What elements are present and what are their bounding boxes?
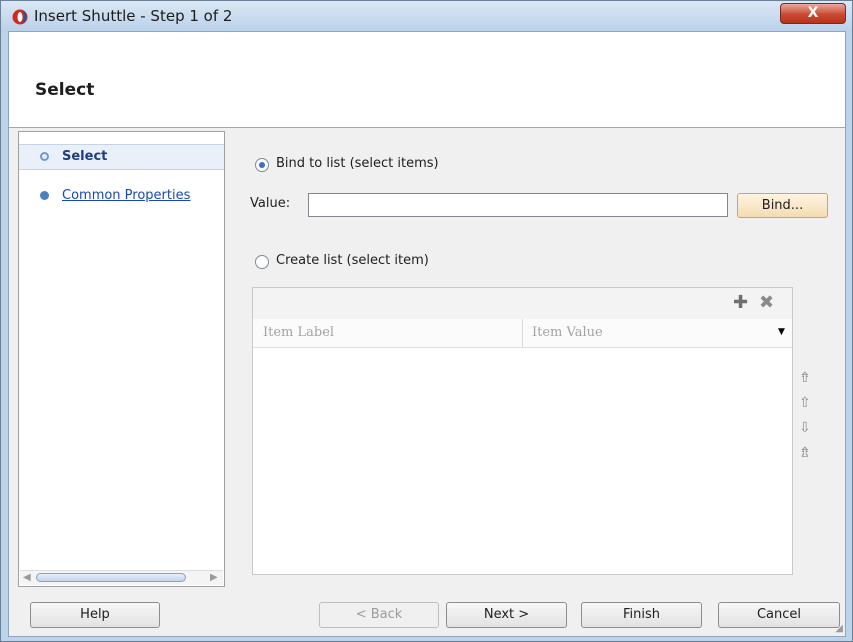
items-table: ✚ ✖ Item Label Item Value ▼ xyxy=(252,287,793,575)
column-header-item-label[interactable]: Item Label xyxy=(263,325,334,340)
window-title: Insert Shuttle - Step 1 of 2 xyxy=(34,7,233,25)
current-step-icon xyxy=(40,152,49,161)
help-button[interactable]: Help xyxy=(30,602,160,628)
dialog-window: Insert Shuttle - Step 1 of 2 X Select Se… xyxy=(0,0,853,642)
bind-to-list-radio[interactable] xyxy=(255,158,269,172)
table-toolbar: ✚ ✖ xyxy=(253,288,792,320)
scroll-thumb[interactable] xyxy=(36,573,186,582)
close-icon: X xyxy=(807,5,819,21)
page-title: Select xyxy=(35,80,95,100)
column-menu-icon[interactable]: ▼ xyxy=(778,327,785,337)
move-up-icon[interactable]: ⇧ xyxy=(799,395,811,411)
bind-button[interactable]: Bind... xyxy=(737,193,828,218)
column-header-item-value[interactable]: Item Value xyxy=(532,325,603,340)
scroll-right-icon[interactable]: ▶ xyxy=(210,571,218,585)
next-button[interactable]: Next > xyxy=(446,602,567,628)
move-to-bottom-icon[interactable]: ⇯ xyxy=(799,445,811,461)
app-logo-icon xyxy=(12,9,28,25)
column-divider[interactable] xyxy=(522,319,523,347)
resize-grip-icon[interactable]: ◢ xyxy=(835,623,843,634)
value-input[interactable] xyxy=(308,193,728,217)
nav-step-common-properties[interactable]: Common Properties xyxy=(19,184,224,210)
table-header: Item Label Item Value ▼ xyxy=(253,319,792,348)
delete-row-icon[interactable]: ✖ xyxy=(759,293,774,313)
move-down-icon[interactable]: ⇩ xyxy=(799,420,811,436)
step-icon xyxy=(40,191,49,200)
bind-to-list-label[interactable]: Bind to list (select items) xyxy=(276,156,439,171)
back-button[interactable]: < Back xyxy=(319,602,439,628)
nav-step-label: Common Properties xyxy=(62,188,191,203)
dialog-body: Select Select Common Properties ◀ ▶ Bind… xyxy=(8,31,846,637)
cancel-button[interactable]: Cancel xyxy=(718,602,840,628)
value-label: Value: xyxy=(250,196,291,211)
nav-step-label: Select xyxy=(62,149,108,164)
title-bar: Insert Shuttle - Step 1 of 2 X xyxy=(1,1,852,31)
nav-horizontal-scrollbar[interactable]: ◀ ▶ xyxy=(20,570,223,585)
finish-button[interactable]: Finish xyxy=(581,602,702,628)
scroll-left-icon[interactable]: ◀ xyxy=(23,571,31,585)
create-list-radio[interactable] xyxy=(255,255,269,269)
add-row-icon[interactable]: ✚ xyxy=(733,293,748,313)
close-button[interactable]: X xyxy=(780,3,846,24)
step-navigator: Select Common Properties ◀ ▶ xyxy=(18,131,225,587)
move-to-top-icon[interactable]: ⇮ xyxy=(799,370,811,386)
nav-step-select[interactable]: Select xyxy=(19,144,224,170)
create-list-label[interactable]: Create list (select item) xyxy=(276,253,429,268)
step-header: Select xyxy=(9,32,845,128)
